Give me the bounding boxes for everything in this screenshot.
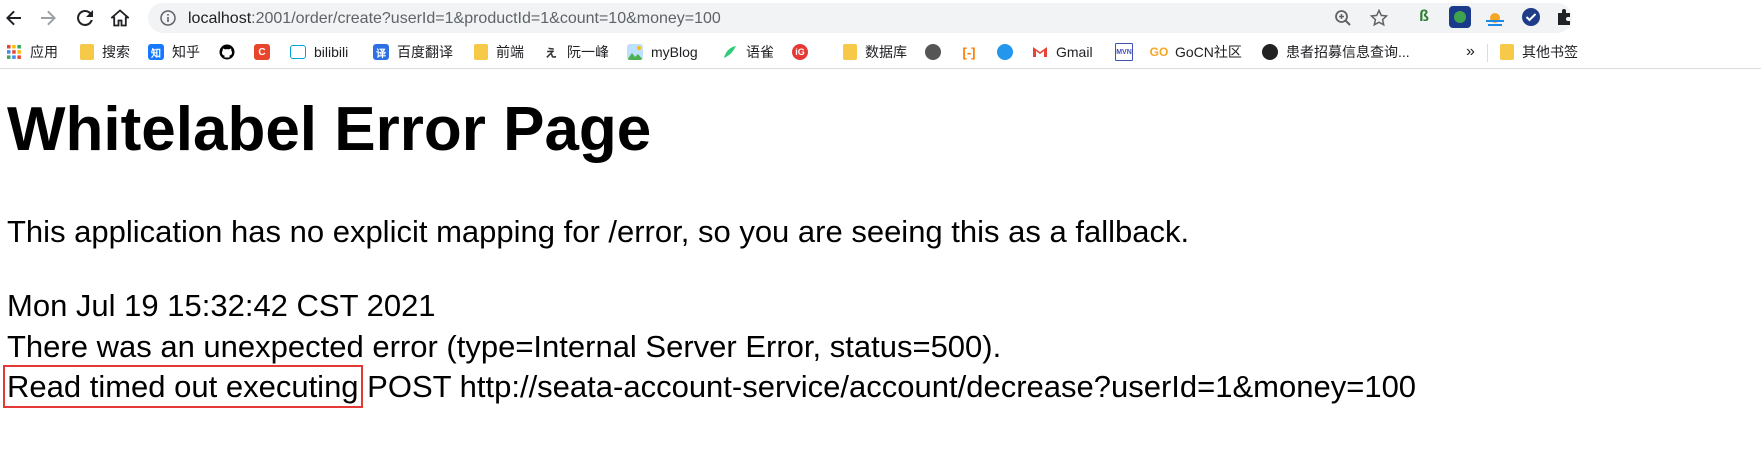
ig-icon: iG	[792, 44, 808, 60]
bookmarks-divider	[1487, 44, 1488, 62]
error-detail-line: Read timed out executing POST http://sea…	[3, 365, 1417, 408]
bookmarks-overflow-button[interactable]: »	[1466, 43, 1475, 61]
home-icon	[111, 9, 129, 27]
gmail-icon	[1033, 47, 1047, 57]
overflow-chevron-icon: »	[1466, 43, 1475, 60]
bookmark-label: 应用	[30, 44, 58, 60]
reload-icon	[77, 9, 93, 26]
extension-globe-icon[interactable]	[1449, 6, 1471, 28]
error-timestamp: Mon Jul 19 15:32:42 CST 2021	[7, 288, 436, 323]
fallback-message: This application has no explicit mapping…	[7, 214, 1190, 249]
folder-icon	[80, 44, 94, 60]
bookmark-baidu-translate[interactable]: 译 百度翻译	[373, 43, 453, 61]
bookmark-c[interactable]: C	[254, 43, 278, 61]
url-text[interactable]: localhost:2001/order/create?userId=1&pro…	[188, 10, 721, 28]
bookmark-bracket[interactable]: [-]	[961, 43, 985, 61]
bookmark-docker[interactable]	[997, 43, 1021, 61]
extension-sunrise-icon[interactable]	[1484, 6, 1506, 28]
url-host: localhost	[188, 10, 252, 27]
globe-dark-icon	[1262, 44, 1278, 60]
bookmark-label: 其他书签	[1522, 44, 1578, 60]
bookmark-label: myBlog	[651, 44, 698, 60]
apps-grid-icon	[7, 45, 21, 59]
bookmark-other-folder[interactable]: 其他书签	[1500, 43, 1578, 61]
bookmark-yuque[interactable]: 语雀	[722, 43, 774, 61]
bookmark-gmail[interactable]: Gmail	[1032, 43, 1093, 61]
bookmark-label: bilibili	[314, 44, 349, 60]
bookmark-folder-search[interactable]: 搜索	[80, 43, 130, 61]
bookmark-folder-frontend[interactable]: 前端	[474, 43, 524, 61]
back-button[interactable]	[0, 4, 28, 32]
github-icon	[219, 44, 235, 60]
bookmark-globe[interactable]	[925, 43, 949, 61]
bookmark-ruanyifeng[interactable]: ぇ 阮一峰	[543, 43, 609, 61]
docker-icon	[997, 44, 1013, 60]
forward-button[interactable]	[34, 4, 62, 32]
forward-arrow-icon	[41, 10, 56, 26]
folder-icon	[843, 44, 857, 60]
back-arrow-icon	[6, 10, 21, 26]
bookmark-folder-database[interactable]: 数据库	[843, 43, 907, 61]
bookmark-bilibili[interactable]: bilibili	[290, 43, 348, 61]
bookmark-label: Gmail	[1056, 44, 1093, 60]
extensions-puzzle-icon[interactable]	[1553, 6, 1575, 28]
error-status-line: There was an unexpected error (type=Inte…	[7, 329, 1002, 364]
error-detail-rest: POST http://seata-account-service/accoun…	[358, 369, 1417, 404]
bookmark-patient-recruit[interactable]: 患者招募信息查询...	[1262, 43, 1410, 61]
mvn-icon: MVN	[1115, 43, 1133, 61]
ruanyifeng-icon: ぇ	[544, 44, 558, 60]
zhihu-icon: 知	[148, 44, 164, 60]
bookmark-label: 患者招募信息查询...	[1286, 44, 1410, 60]
bookmark-gocn[interactable]: GO GoCN社区	[1149, 43, 1242, 61]
bookmark-label: 前端	[496, 44, 524, 60]
info-icon[interactable]	[160, 10, 176, 26]
extension-check-icon[interactable]	[1520, 6, 1542, 28]
bookmark-label: 百度翻译	[397, 44, 453, 60]
bookmark-label: 数据库	[865, 44, 907, 60]
bilibili-icon	[290, 45, 306, 59]
browser-toolbar: localhost:2001/order/create?userId=1&pro…	[0, 0, 1761, 36]
globe-icon	[925, 44, 941, 60]
folder-icon	[1500, 44, 1514, 60]
bookmark-apps[interactable]: 应用	[6, 43, 58, 61]
zoom-icon[interactable]	[1334, 9, 1352, 27]
baidu-translate-icon: 译	[373, 44, 389, 60]
bookmark-label: 语雀	[746, 44, 774, 60]
gocn-icon: GO	[1149, 45, 1169, 59]
bookmark-github[interactable]	[219, 43, 243, 61]
bookmarks-bar: 应用 搜索 知 知乎 C bilibili 译 百度翻译 前端 ぇ 阮一峰 my…	[0, 36, 1761, 69]
bookmark-ig[interactable]: iG	[792, 43, 816, 61]
page-title: Whitelabel Error Page	[7, 95, 652, 164]
extension-b-icon[interactable]: ß	[1413, 6, 1435, 28]
bookmark-label: 知乎	[172, 44, 200, 60]
folder-icon	[474, 44, 488, 60]
bookmark-label: 阮一峰	[567, 44, 609, 60]
landscape-icon	[627, 44, 643, 60]
bookmark-label: GoCN社区	[1175, 44, 1242, 60]
yuque-icon	[724, 46, 736, 58]
bracket-icon: [-]	[962, 44, 976, 60]
bookmark-zhihu[interactable]: 知 知乎	[148, 43, 200, 61]
url-path: :2001/order/create?userId=1&productId=1&…	[251, 10, 721, 27]
bookmark-mvn[interactable]: MVN	[1115, 43, 1141, 61]
bookmark-label: 搜索	[102, 44, 130, 60]
reload-button[interactable]	[71, 4, 99, 32]
highlighted-error-text: Read timed out executing	[3, 365, 363, 408]
address-bar[interactable]: localhost:2001/order/create?userId=1&pro…	[148, 3, 1572, 33]
bookmark-star-icon[interactable]	[1370, 9, 1388, 27]
bookmark-myblog[interactable]: myBlog	[627, 43, 698, 61]
home-button[interactable]	[106, 4, 134, 32]
c-icon: C	[254, 44, 270, 60]
